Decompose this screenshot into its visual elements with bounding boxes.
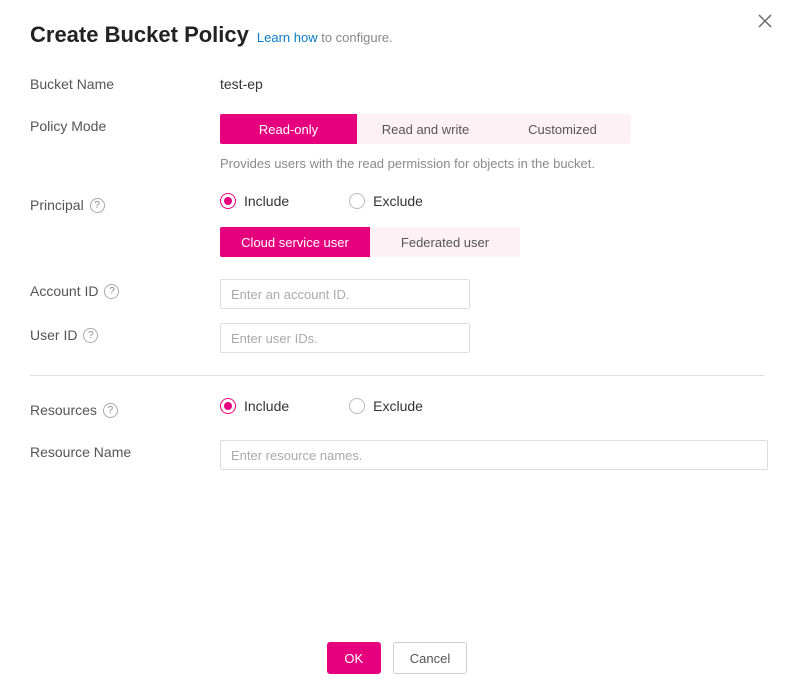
radio-icon	[220, 193, 236, 209]
resources-exclude-radio[interactable]: Exclude	[349, 398, 423, 414]
resources-exclude-label: Exclude	[373, 398, 423, 414]
resources-include-label: Include	[244, 398, 289, 414]
learn-how-suffix: to configure.	[318, 30, 393, 45]
policy-mode-customized[interactable]: Customized	[494, 114, 631, 144]
principal-user-type-segmented: Cloud service user Federated user	[220, 227, 764, 257]
policy-mode-read-only[interactable]: Read-only	[220, 114, 357, 144]
principal-include-radio[interactable]: Include	[220, 193, 289, 209]
cancel-button[interactable]: Cancel	[393, 642, 467, 674]
policy-mode-segmented: Read-only Read and write Customized	[220, 114, 764, 144]
radio-icon	[349, 193, 365, 209]
radio-icon	[349, 398, 365, 414]
policy-mode-helper: Provides users with the read permission …	[220, 156, 764, 171]
help-icon[interactable]: ?	[83, 328, 98, 343]
account-id-label: Account ID	[30, 283, 98, 299]
help-icon[interactable]: ?	[104, 284, 119, 299]
help-icon[interactable]: ?	[103, 403, 118, 418]
user-id-label: User ID	[30, 327, 77, 343]
principal-exclude-label: Exclude	[373, 193, 423, 209]
user-id-input[interactable]	[220, 323, 470, 353]
resources-include-radio[interactable]: Include	[220, 398, 289, 414]
bucket-name-value: test-ep	[220, 72, 764, 92]
account-id-input[interactable]	[220, 279, 470, 309]
radio-icon	[220, 398, 236, 414]
ok-button[interactable]: OK	[327, 642, 381, 674]
resource-name-input[interactable]	[220, 440, 768, 470]
learn-how-link[interactable]: Learn how	[257, 30, 318, 45]
user-type-federated[interactable]: Federated user	[370, 227, 520, 257]
resources-label: Resources	[30, 402, 97, 418]
section-divider	[30, 375, 764, 376]
dialog-title-row: Create Bucket Policy Learn how to config…	[30, 22, 764, 48]
policy-mode-label: Policy Mode	[30, 114, 220, 134]
dialog-footer: OK Cancel	[0, 642, 794, 674]
principal-include-label: Include	[244, 193, 289, 209]
policy-mode-read-write[interactable]: Read and write	[357, 114, 494, 144]
principal-exclude-radio[interactable]: Exclude	[349, 193, 423, 209]
resource-name-label: Resource Name	[30, 440, 220, 460]
bucket-name-label: Bucket Name	[30, 72, 220, 92]
principal-label: Principal	[30, 197, 84, 213]
close-icon[interactable]	[758, 14, 776, 32]
create-bucket-policy-dialog: Create Bucket Policy Learn how to config…	[0, 0, 794, 470]
help-icon[interactable]: ?	[90, 198, 105, 213]
user-type-cloud[interactable]: Cloud service user	[220, 227, 370, 257]
dialog-title: Create Bucket Policy	[30, 22, 249, 48]
